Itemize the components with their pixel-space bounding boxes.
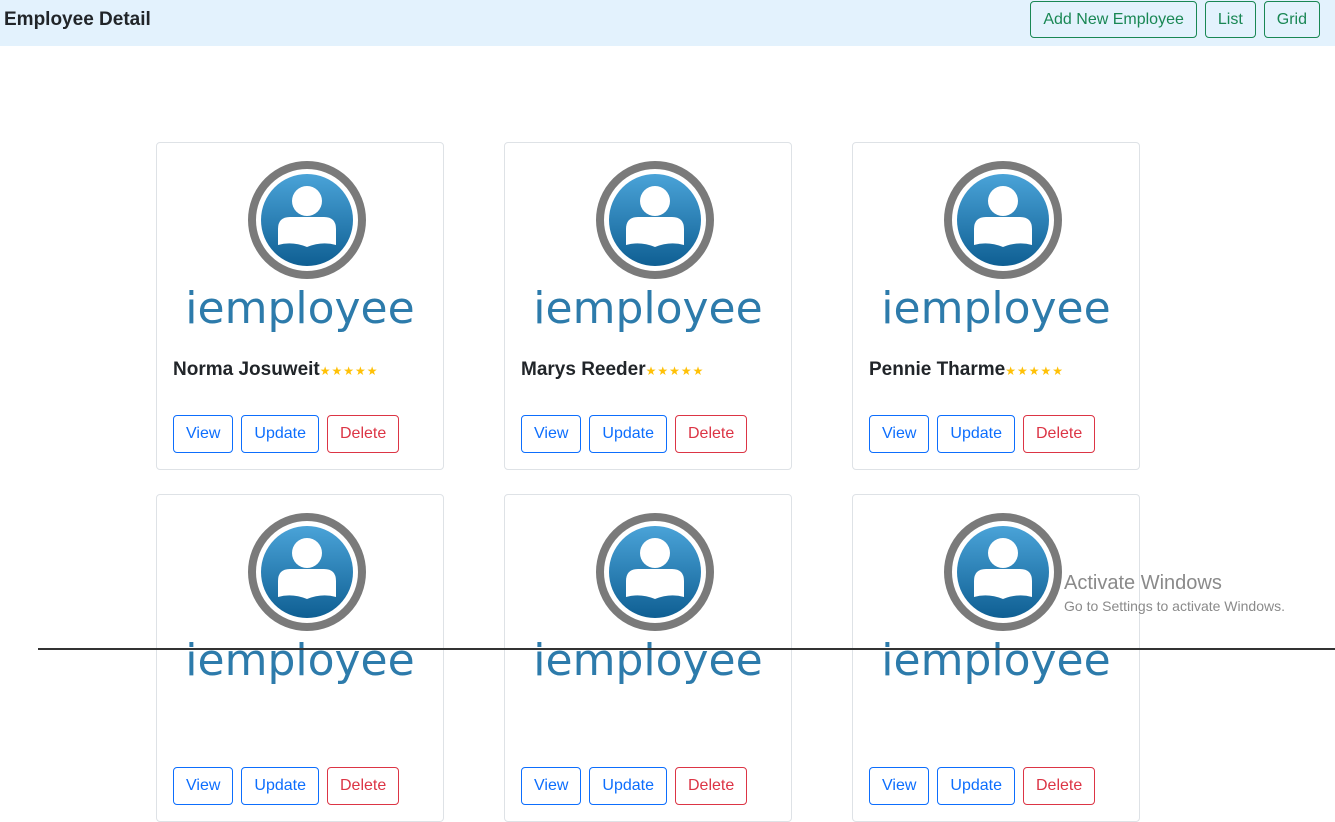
logo-text: iemployee <box>185 283 414 334</box>
update-button[interactable]: Update <box>589 415 667 453</box>
logo-text: iemployee <box>533 283 762 334</box>
employee-card: iemployee View Update Delete <box>156 494 444 822</box>
logo-text: iemployee <box>533 635 762 686</box>
update-button[interactable]: Update <box>937 415 1015 453</box>
delete-button[interactable]: Delete <box>674 767 748 805</box>
view-button[interactable]: View <box>173 415 234 453</box>
rating-stars-icon: ★★★★★ <box>1005 364 1065 378</box>
employee-avatar-icon: iemployee <box>533 161 763 334</box>
list-view-button[interactable]: List <box>1204 1 1256 38</box>
employee-card: iemployee Marys Reeder★★★★★ View Update Dele… <box>504 142 792 470</box>
rating-stars-icon: ★★★★★ <box>319 364 379 378</box>
navbar: Employee Detail Add New Employee List Gr… <box>0 0 1335 46</box>
update-button[interactable]: Update <box>241 415 319 453</box>
employee-avatar-icon: iemployee <box>533 513 763 686</box>
employee-avatar-icon: iemployee <box>881 161 1111 334</box>
card-actions: View Update Delete <box>521 415 748 453</box>
rating-stars-icon: ★★★★★ <box>645 364 705 378</box>
employee-avatar-icon: iemployee <box>185 161 415 334</box>
employee-name: Marys Reeder <box>521 359 646 380</box>
update-button[interactable]: Update <box>241 767 319 805</box>
windows-activation-watermark: Activate Windows Go to Settings to activ… <box>1064 572 1285 614</box>
view-button[interactable]: View <box>521 415 582 453</box>
employee-name-row: Norma Josuweit★★★★★ <box>173 359 379 381</box>
logo-text: iemployee <box>185 635 414 686</box>
grid-view-button[interactable]: Grid <box>1263 1 1320 38</box>
add-new-employee-button[interactable]: Add New Employee <box>1030 1 1197 38</box>
delete-button[interactable]: Delete <box>674 415 748 453</box>
card-actions: View Update Delete <box>869 415 1096 453</box>
employee-avatar-icon: iemployee <box>185 513 415 686</box>
watermark-title: Activate Windows <box>1064 572 1222 594</box>
employee-name-row: Marys Reeder★★★★★ <box>521 359 704 381</box>
view-button[interactable]: View <box>521 767 582 805</box>
employee-card: iemployee View Update Delete <box>852 494 1140 822</box>
employee-name: Pennie Tharme <box>869 359 1006 380</box>
delete-button[interactable]: Delete <box>1022 415 1096 453</box>
page-title: Employee Detail <box>4 9 151 30</box>
employee-name-row: Pennie Tharme★★★★★ <box>869 359 1064 381</box>
employee-card: iemployee Norma Josuweit★★★★★ View Update De… <box>156 142 444 470</box>
logo-text: iemployee <box>881 283 1110 334</box>
navbar-actions: Add New Employee List Grid <box>1030 1 1320 38</box>
delete-button[interactable]: Delete <box>326 767 400 805</box>
employee-card: iemployee Pennie Tharme★★★★★ View Update Del… <box>852 142 1140 470</box>
delete-button[interactable]: Delete <box>326 415 400 453</box>
update-button[interactable]: Update <box>937 767 1015 805</box>
view-button[interactable]: View <box>869 767 930 805</box>
watermark-subtitle: Go to Settings to activate Windows. <box>1064 598 1285 614</box>
logo-text: iemployee <box>881 635 1110 686</box>
delete-button[interactable]: Delete <box>1022 767 1096 805</box>
card-actions: View Update Delete <box>173 767 400 805</box>
employee-name: Norma Josuweit <box>173 359 320 380</box>
view-button[interactable]: View <box>869 415 930 453</box>
card-actions: View Update Delete <box>869 767 1096 805</box>
view-button[interactable]: View <box>173 767 234 805</box>
card-actions: View Update Delete <box>173 415 400 453</box>
update-button[interactable]: Update <box>589 767 667 805</box>
card-actions: View Update Delete <box>521 767 748 805</box>
employee-card: iemployee View Update Delete <box>504 494 792 822</box>
